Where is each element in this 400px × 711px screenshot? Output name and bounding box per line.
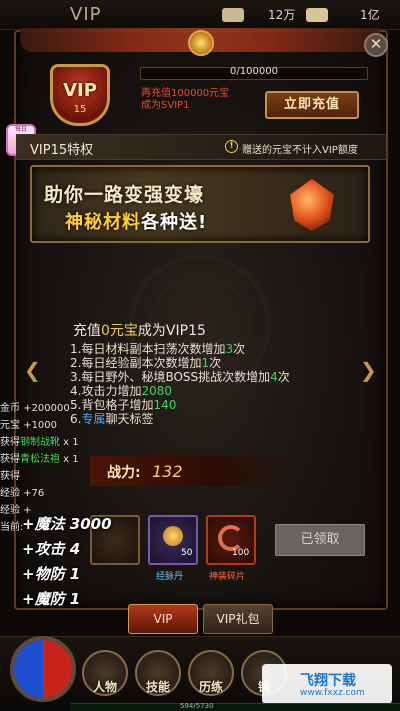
banner-line2: 神秘材料各种送! — [65, 208, 207, 234]
drop-item: 钢制战靴 — [20, 437, 60, 448]
item-number: 2080 — [141, 384, 172, 398]
reward-qty: 100 — [232, 548, 250, 558]
pill-icon — [163, 526, 183, 546]
gold-icon — [222, 8, 244, 22]
drop-text: 金币 — [0, 403, 24, 414]
drop-entry: 获得钢制战靴 x 1 — [0, 434, 79, 451]
list-item: 3.每日野外、秘境BOSS挑战次数增加4次 — [70, 370, 290, 384]
item-number: 140 — [153, 398, 177, 412]
mystery-gem-icon — [286, 173, 338, 235]
float-stat: +魔法 3000 — [22, 515, 112, 533]
privilege-title: VIP15特权 — [30, 143, 94, 158]
recharge-hint-line1: 再充值100000元宝 — [141, 88, 230, 99]
list-item: 5.背包格子增加140 — [70, 398, 290, 412]
item-special: 专属 — [81, 412, 106, 426]
banner-rest: 各种送! — [141, 212, 208, 233]
claimed-button[interactable]: 已领取 — [275, 524, 365, 556]
drop-value: +1000 — [23, 420, 58, 431]
reward-qty: 50 — [181, 548, 193, 558]
privilege-head-suffix: 成为VIP15 — [137, 323, 206, 339]
item-suffix: 次 — [233, 342, 246, 356]
item-suffix: 次 — [209, 356, 222, 370]
info-icon: ! — [225, 140, 238, 153]
vip-badge: VIP 15 — [40, 58, 120, 128]
item-suffix: 次 — [277, 370, 290, 384]
floating-stats: +魔法 3000 +攻击 4 +物防 1 +魔防 1 — [22, 512, 112, 612]
badge-text: VIP — [63, 80, 97, 101]
drop-text: 获得 — [0, 471, 20, 482]
reward-name: 经脉丹 — [156, 572, 184, 582]
item-number: 3 — [225, 342, 234, 356]
banner-highlight: 神秘材料 — [65, 212, 141, 233]
exp-bar — [70, 703, 400, 711]
privilege-note: 赠送的元宝不计入VIP额度 — [242, 145, 358, 156]
yuanbao-amount: 1亿 — [360, 8, 380, 22]
banner-line1: 助你一路变强变壕 — [44, 184, 205, 206]
hp-mp-orb-icon — [10, 636, 76, 702]
drop-entry: 金币 +200000 — [0, 400, 79, 417]
watermark-url: www.fxxz.com — [300, 688, 365, 698]
privilege-list: 1.每日材料副本扫荡次数增加3次 2.每日经验副本次数增加1次 3.每日野外、秘… — [70, 342, 290, 426]
power-label: 战力: — [107, 465, 141, 481]
drop-item: 青松法袍 — [20, 454, 60, 465]
drop-value: x 1 — [60, 437, 79, 448]
drop-text: 获得 — [0, 454, 20, 465]
vip-progress-text: 0/100000 — [230, 66, 278, 77]
prev-arrow-icon[interactable]: ❮ — [24, 358, 41, 382]
close-button[interactable]: ✕ — [364, 33, 388, 57]
item-text: 4.攻击力增加 — [70, 384, 142, 398]
list-item: 1.每日材料副本扫荡次数增加3次 — [70, 342, 290, 356]
drop-value: x 1 — [60, 454, 79, 465]
power-value: 132 — [152, 462, 183, 481]
gem-icon — [188, 30, 214, 56]
float-stat: +魔防 1 — [22, 590, 81, 608]
recharge-hint: 再充值100000元宝 成为SVIP1 — [141, 88, 229, 112]
list-item: 6.专属聊天标签 — [70, 412, 290, 426]
nav-label: 人物 — [92, 680, 117, 694]
drop-text: 当前: — [0, 522, 24, 533]
tab-vip[interactable]: VIP — [128, 604, 198, 634]
drop-value: +200000 — [23, 403, 70, 414]
top-bar — [0, 0, 400, 30]
item-text: 2.每日经验副本次数增加 — [70, 356, 202, 370]
recharge-now-button[interactable]: 立即充值 — [265, 91, 359, 119]
nav-label: 技能 — [145, 680, 170, 694]
piggy-label: 每日 — [14, 126, 27, 133]
item-text: 5.背包格子增加 — [70, 398, 154, 412]
drop-entry: 获得青松法袍 x 1 — [0, 451, 79, 468]
yuanbao-icon — [306, 8, 328, 22]
gold-amount: 12万 — [268, 8, 296, 22]
recharge-hint-line2: 成为SVIP1 — [141, 100, 190, 111]
badge-level: 15 — [73, 104, 87, 115]
item-text: 3.每日野外、秘境BOSS挑战次数增加 — [70, 370, 271, 384]
exp-text: 594/5730 — [180, 702, 214, 710]
item-suffix: 聊天标签 — [105, 412, 154, 426]
item-number: 1 — [201, 356, 210, 370]
item-number: 4 — [270, 370, 278, 384]
privilege-head-prefix: 充值 — [73, 323, 101, 339]
page-title: VIP — [70, 4, 102, 25]
drop-text: 获得 — [0, 437, 20, 448]
privilege-head-amount: 0元宝 — [101, 323, 138, 339]
watermark-title: 飞翔下载 — [300, 673, 356, 689]
drop-entry: 获得 — [0, 468, 79, 485]
list-item: 2.每日经验副本次数增加1次 — [70, 356, 290, 370]
float-stat: +攻击 4 — [22, 540, 81, 558]
nav-label: 历练 — [198, 680, 223, 694]
tab-vip-gift[interactable]: VIP礼包 — [203, 604, 273, 634]
list-item: 4.攻击力增加2080 — [70, 384, 290, 398]
drop-text: 经验 +76 — [0, 488, 45, 499]
drop-text: 元宝 — [0, 420, 24, 431]
reward-name: 神装碎片 — [209, 572, 246, 582]
drop-entry: 元宝 +1000 — [0, 417, 79, 434]
drop-entry: 经验 +76 — [0, 485, 79, 502]
next-arrow-icon[interactable]: ❯ — [360, 358, 377, 382]
float-stat: +物防 1 — [22, 565, 81, 583]
privilege-head: 充值0元宝成为VIP15 — [73, 320, 206, 340]
item-text: 1.每日材料副本扫荡次数增加 — [70, 342, 226, 356]
